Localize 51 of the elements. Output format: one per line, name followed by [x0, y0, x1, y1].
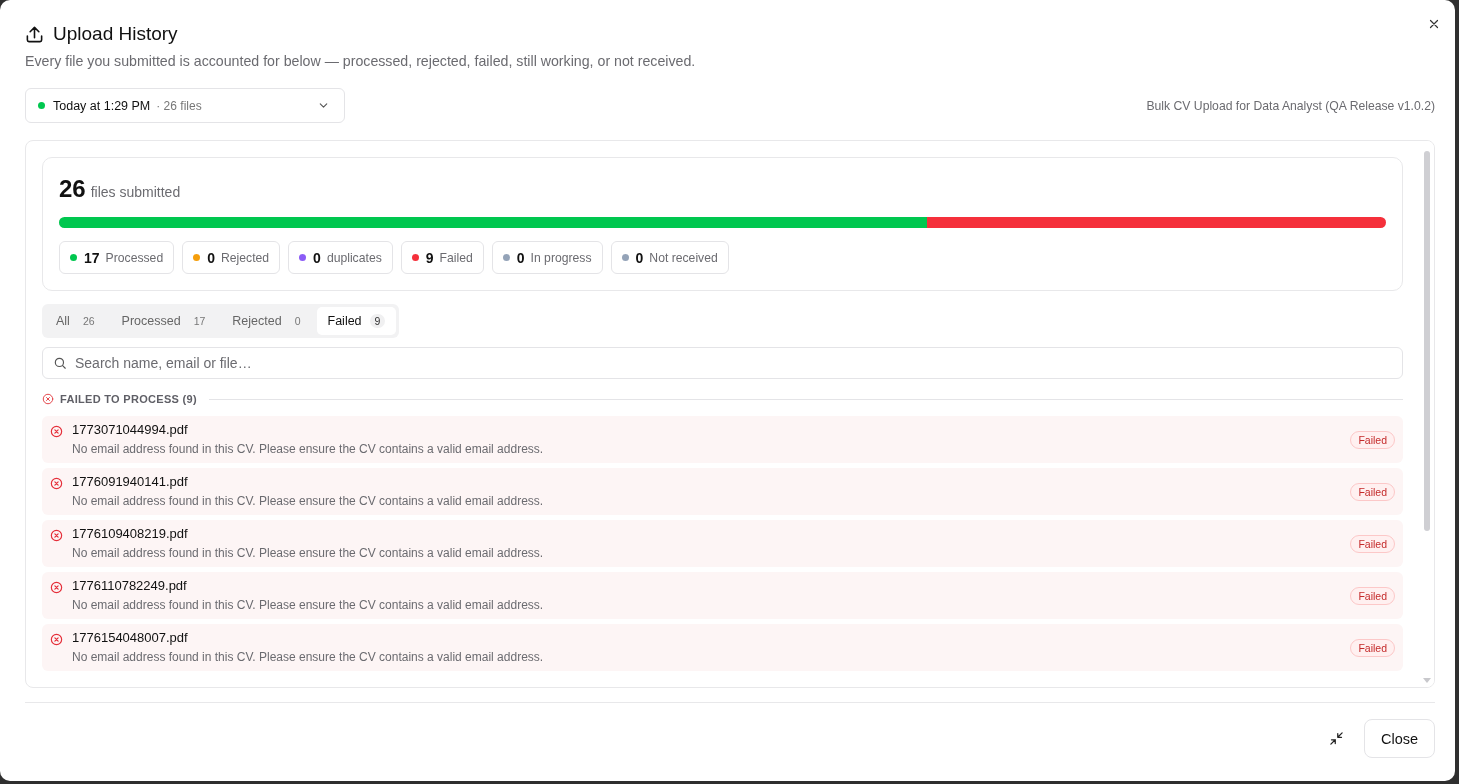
dialog-title: Upload History: [53, 24, 178, 44]
error-message: No email address found in this CV. Please ensure the CV contains a valid email address.: [72, 597, 544, 613]
total-label: files submitted: [90, 184, 181, 200]
dialog-subtitle: Every file you submitted is accounted for below — processed, rejected, failed, still working, or not received.: [25, 52, 697, 70]
error-message: No email address found in this CV. Please ensure the CV contains a valid email address.: [72, 545, 544, 561]
x-circle-icon: [50, 581, 63, 594]
file-name: 1776091940141.pdf: [72, 474, 188, 490]
section-title: FAILED TO PROCESS (9): [60, 393, 197, 405]
batch-dropdown[interactable]: Today at 1:29 PM · 26 files: [25, 88, 345, 123]
stat-label: Not received: [649, 250, 718, 265]
batch-name: Bulk CV Upload for Data Analyst (QA Release v1.0.2): [1146, 98, 1435, 113]
x-circle-icon: [50, 633, 63, 646]
status-dot-icon: [38, 102, 45, 109]
file-name: 1776154048007.pdf: [72, 630, 188, 646]
stat-label: Failed: [439, 250, 473, 265]
error-message: No email address found in this CV. Please ensure the CV contains a valid email address.: [72, 493, 544, 509]
filter-tab[interactable]: Rejected 0: [221, 307, 317, 335]
stat-count: 9: [425, 249, 434, 266]
x-circle-icon: [50, 425, 63, 438]
file-name: 1776109408219.pdf: [72, 526, 188, 542]
search-field[interactable]: Search name, email or file…: [42, 347, 1403, 379]
stat-label: In progress: [530, 250, 592, 265]
stat-label: duplicates: [326, 250, 382, 265]
close-button[interactable]: Close: [1364, 719, 1435, 758]
stat-count: 0: [207, 249, 215, 266]
status-badge: Failed: [1350, 534, 1395, 553]
close-icon[interactable]: [1428, 18, 1440, 30]
status-badge: Failed: [1350, 638, 1395, 657]
error-message: No email address found in this CV. Please ensure the CV contains a valid email address.: [72, 441, 544, 457]
stat-count: 0: [516, 249, 525, 266]
stat-count: 0: [635, 249, 644, 266]
stat-count: 17: [84, 249, 100, 266]
collapse-icon[interactable]: [1329, 731, 1344, 746]
file-name: 1773071044994.pdf: [72, 422, 188, 438]
file-name: 1776110782249.pdf: [72, 578, 187, 594]
stat-count: 0: [313, 249, 321, 266]
search-icon: [53, 356, 67, 370]
status-badge: Failed: [1350, 482, 1395, 501]
x-circle-icon: [50, 477, 63, 490]
upload-icon: [25, 24, 44, 44]
status-badge: Failed: [1350, 586, 1395, 605]
x-circle-icon: [50, 529, 63, 542]
stat-label: Rejected: [220, 250, 270, 265]
filter-tab[interactable]: Failed 9: [316, 307, 397, 335]
error-message: No email address found in this CV. Please ensure the CV contains a valid email address.: [72, 649, 544, 665]
total-count: 26: [59, 175, 86, 203]
x-circle-icon: [42, 393, 54, 405]
status-badge: Failed: [1350, 430, 1395, 449]
stat-label: Processed: [105, 250, 164, 265]
filter-tab[interactable]: Processed 17: [110, 307, 222, 335]
filter-tab[interactable]: All 26: [45, 307, 111, 335]
